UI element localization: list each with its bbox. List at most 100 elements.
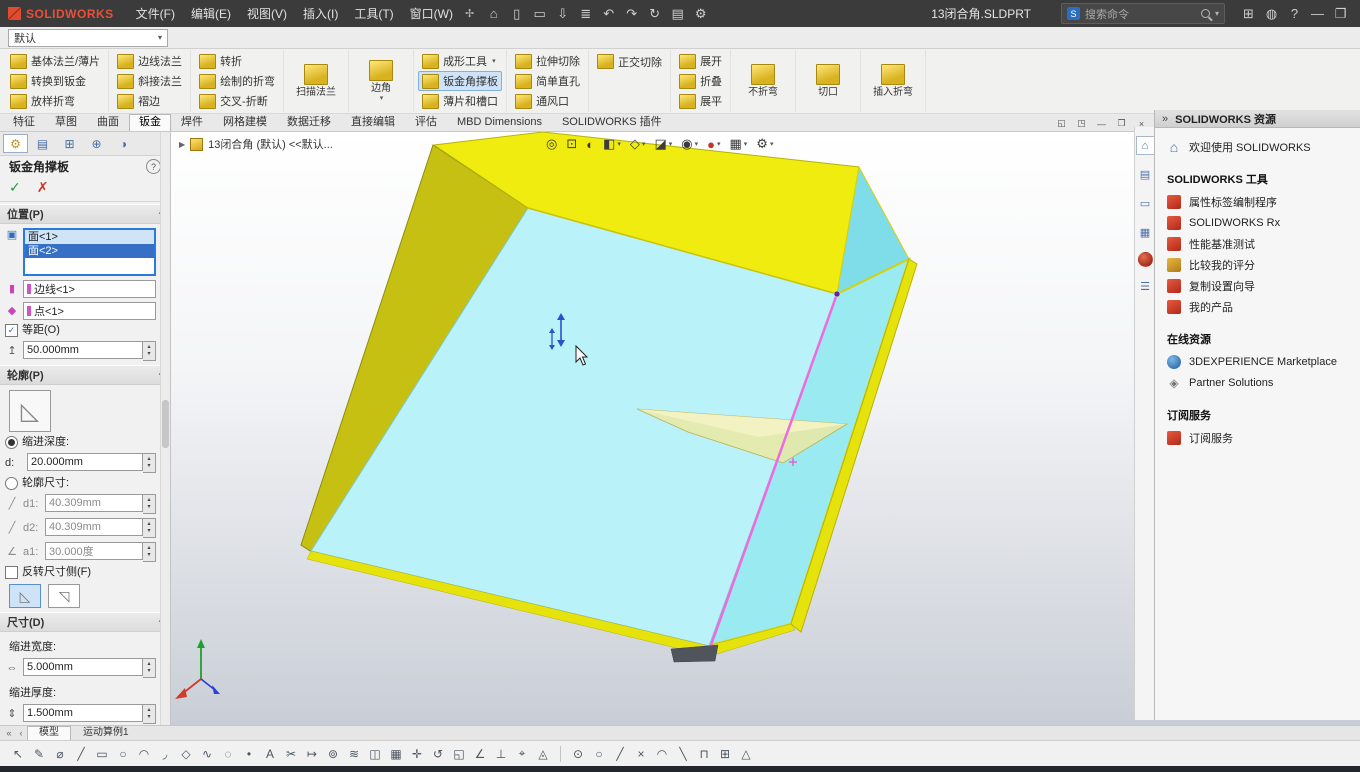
tab-scroll-icon[interactable]: « <box>3 727 15 740</box>
help-icon[interactable]: ? <box>1283 4 1306 23</box>
scale-entities-tool[interactable]: ◱ <box>449 744 469 764</box>
fillet-tool[interactable]: ◞ <box>155 744 175 764</box>
ribbon-button[interactable]: 正交切除 <box>593 51 666 72</box>
selected-vertex-marker[interactable] <box>834 291 840 297</box>
tab-特征[interactable]: 特征 <box>3 114 45 131</box>
ribbon-button[interactable]: 交叉-折断 <box>195 91 279 111</box>
ok-button[interactable]: ✓ <box>9 179 21 196</box>
view-settings-button[interactable]: ⚙▾ <box>753 134 776 154</box>
ribbon-button[interactable]: 钣金角撑板 <box>418 71 502 91</box>
extend-entities-tool[interactable]: ↦ <box>302 744 322 764</box>
rotate-entities-tool[interactable]: ↺ <box>428 744 448 764</box>
ribbon-button[interactable]: 展平 <box>675 91 726 111</box>
ribbon-button[interactable]: 转换到钣金 <box>6 71 104 91</box>
minimize-window-icon[interactable]: — <box>1306 4 1329 23</box>
tab-SOLIDWORKS 插件[interactable]: SOLIDWORKS 插件 <box>552 114 672 131</box>
erase-tool[interactable]: × <box>631 744 651 764</box>
tab-曲面[interactable]: 曲面 <box>87 114 129 131</box>
corner-triangle-tool[interactable]: △ <box>736 744 756 764</box>
dimension-spinner[interactable]: ▴▾ <box>143 704 156 724</box>
zoom-area-button[interactable]: ⊡ <box>563 134 580 154</box>
profile-size-radio[interactable] <box>5 477 18 490</box>
zoom-fit-button[interactable]: ◎ <box>543 134 560 154</box>
display-relations-tool[interactable]: ⊥ <box>491 744 511 764</box>
tab-网格建模[interactable]: 网格建模 <box>213 114 277 131</box>
section-header-position[interactable]: 位置(P) ^ <box>0 204 170 224</box>
task-pane-item[interactable]: 属性标签编制程序 <box>1167 191 1348 212</box>
dimension-spinner[interactable]: ▴▾ <box>143 658 156 678</box>
display-manager-tab[interactable]: ◑ <box>111 134 136 153</box>
ribbon-button[interactable]: 转折 <box>195 51 279 71</box>
indent-depth-radio[interactable] <box>5 436 18 449</box>
task-pane-item[interactable]: 订阅服务 <box>1167 427 1348 448</box>
faces-selection-list[interactable]: 面<1>面<2> <box>23 228 156 276</box>
task-pane-item[interactable]: 我的产品 <box>1167 296 1348 317</box>
d1-field[interactable]: 40.309mm <box>45 494 143 512</box>
ribbon-button[interactable]: 边线法兰 <box>113 51 186 71</box>
scrollbar-thumb[interactable] <box>162 400 169 448</box>
ribbon-button[interactable]: 成形工具▾ <box>418 51 502 71</box>
tree-expand-icon[interactable]: ▶ <box>179 140 185 149</box>
previous-view-button[interactable]: ◐ <box>583 135 597 154</box>
ribbon-button[interactable]: 斜接法兰 <box>113 71 186 91</box>
ribbon-button[interactable]: 展开 <box>675 51 726 71</box>
section-header-dimensions[interactable]: 尺寸(D) ^ <box>0 612 170 632</box>
file-explorer-tab[interactable]: ▭ <box>1136 194 1155 213</box>
depth-field[interactable]: 20.000mm <box>27 453 143 471</box>
slot-tool[interactable]: ⊓ <box>694 744 714 764</box>
ribbon-button[interactable]: 简单直孔 <box>511 71 584 91</box>
tab-直接编辑[interactable]: 直接编辑 <box>341 114 405 131</box>
collapse-panel-icon[interactable]: » <box>1162 113 1168 125</box>
configuration-dropdown[interactable]: 默认 ▾ <box>8 29 168 47</box>
section-header-profile[interactable]: 轮廓(P) ^ <box>0 365 170 385</box>
face-list-item[interactable]: 面<1> <box>25 230 154 244</box>
trim-entities-tool[interactable]: ✂ <box>281 744 301 764</box>
arc-tool[interactable]: ◠ <box>134 744 154 764</box>
offset-checkbox[interactable]: ✓ <box>5 324 18 337</box>
task-pane-item[interactable]: SOLIDWORKS Rx <box>1167 212 1348 233</box>
polygon-tool[interactable]: ◇ <box>176 744 196 764</box>
tab-草图[interactable]: 草图 <box>45 114 87 131</box>
dropdown-caret-icon[interactable]: ▾ <box>380 94 384 102</box>
document-tab-运动算例1[interactable]: 运动算例1 <box>71 726 141 740</box>
apps-grid-icon[interactable]: ⊞ <box>1237 4 1260 24</box>
configuration-manager-tab[interactable]: ⊞ <box>57 134 82 153</box>
sketch-tool[interactable]: ✎ <box>29 744 49 764</box>
dimension-field[interactable]: 5.000mm <box>23 658 143 676</box>
ribbon-button[interactable]: 基体法兰/薄片 <box>6 51 104 71</box>
section-view-button[interactable]: ◧▾ <box>600 134 624 154</box>
task-pane-item[interactable]: 性能基准测试 <box>1167 233 1348 254</box>
rebuild-icon[interactable]: ↻ <box>643 4 666 24</box>
custom-properties-tab[interactable]: ☰ <box>1136 277 1155 296</box>
ribbon-button[interactable]: 通风口 <box>511 91 584 111</box>
dimxpert-manager-tab[interactable]: ⊕ <box>84 134 109 153</box>
add-relation-tool[interactable]: ∠ <box>470 744 490 764</box>
task-pane-item[interactable]: 3DEXPERIENCE Marketplace <box>1167 351 1348 372</box>
tab-钣金[interactable]: 钣金 <box>129 114 171 131</box>
offset-entities-tool[interactable]: ≋ <box>344 744 364 764</box>
task-pane-item[interactable]: 复制设置向导 <box>1167 275 1348 296</box>
ribbon-button[interactable]: 放样折弯 <box>6 91 104 111</box>
dimension-field[interactable]: 1.500mm <box>23 704 143 722</box>
ribbon-button[interactable]: 薄片和槽口 <box>418 91 502 111</box>
move-entities-tool[interactable]: ✛ <box>407 744 427 764</box>
perimeter-circle-tool[interactable]: ○ <box>589 744 609 764</box>
ribbon-button[interactable]: 绘制的折弯 <box>195 71 279 91</box>
menu-item[interactable]: 窗口(W) <box>402 2 461 25</box>
hide-show-items-button[interactable]: ◉▾ <box>678 134 701 154</box>
view-palette-tab[interactable]: ▦ <box>1136 223 1155 242</box>
task-pane-item[interactable]: ⌂欢迎使用 SOLIDWORKS <box>1167 136 1348 157</box>
d1-spinner[interactable]: ▴▾ <box>143 494 156 514</box>
convert-entities-tool[interactable]: ⊚ <box>323 744 343 764</box>
file-properties-icon[interactable]: ▤ <box>666 4 689 24</box>
maximize-window-icon[interactable]: ❐ <box>1329 4 1352 24</box>
point-selection-field[interactable]: 点<1> <box>23 302 156 320</box>
options-icon[interactable]: ⚙ <box>689 4 712 24</box>
new-document-icon[interactable]: ▯ <box>505 4 528 24</box>
offset-distance-field[interactable]: 50.000mm <box>23 341 143 359</box>
smart-dimension-tool[interactable]: ⌀ <box>50 744 70 764</box>
ribbon-button[interactable]: 边角▾ <box>353 57 409 105</box>
property-manager-scrollbar[interactable] <box>160 132 170 725</box>
quick-snaps-tool[interactable]: ⌖ <box>512 744 532 764</box>
d2-field[interactable]: 40.309mm <box>45 518 143 536</box>
